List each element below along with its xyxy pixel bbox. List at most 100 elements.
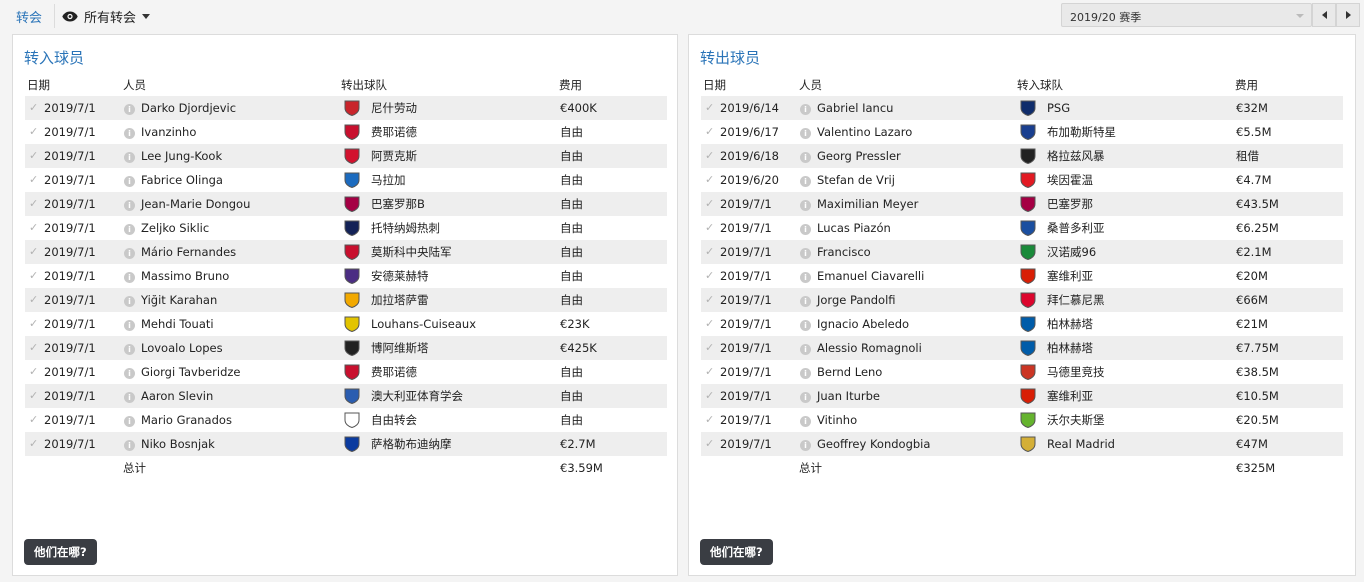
tab-transfers[interactable]: 转会	[16, 7, 42, 26]
club-name[interactable]: 塞维利亚	[1047, 264, 1093, 288]
info-icon[interactable]: i	[124, 96, 135, 120]
player-name[interactable]: Jorge Pandolfi	[817, 288, 896, 312]
player-name[interactable]: Zeljko Siklic	[141, 216, 209, 240]
column-fee[interactable]: 费用	[559, 77, 582, 93]
info-icon[interactable]: i	[124, 120, 135, 144]
table-row[interactable]: ✓ 2019/7/1 i Vitinho 沃尔夫斯堡 €20.5M	[701, 408, 1343, 432]
table-row[interactable]: ✓ 2019/7/1 i Fabrice Olinga 马拉加 自由	[25, 168, 667, 192]
where-are-they-button[interactable]: 他们在哪?	[700, 539, 773, 565]
table-row[interactable]: ✓ 2019/7/1 i Niko Bosnjak 萨格勒布迪纳摩 €2.7M	[25, 432, 667, 456]
player-name[interactable]: Mário Fernandes	[141, 240, 236, 264]
column-club[interactable]: 转出球队	[341, 77, 387, 93]
table-row[interactable]: ✓ 2019/7/1 i Lee Jung-Kook 阿贾克斯 自由	[25, 144, 667, 168]
info-icon[interactable]: i	[124, 240, 135, 264]
info-icon[interactable]: i	[800, 264, 811, 288]
table-row[interactable]: ✓ 2019/7/1 i Alessio Romagnoli 柏林赫塔 €7.75M	[701, 336, 1343, 360]
table-row[interactable]: ✓ 2019/7/1 i Mário Fernandes 莫斯科中央陆军 自由	[25, 240, 667, 264]
table-row[interactable]: ✓ 2019/7/1 i Aaron Slevin 澳大利亚体育学会 自由	[25, 384, 667, 408]
club-name[interactable]: 自由转会	[371, 408, 417, 432]
player-name[interactable]: Georg Pressler	[817, 144, 901, 168]
column-date[interactable]: 日期	[27, 77, 50, 93]
club-name[interactable]: 格拉兹风暴	[1047, 144, 1105, 168]
club-name[interactable]: 费耶诺德	[371, 120, 417, 144]
player-name[interactable]: Alessio Romagnoli	[817, 336, 922, 360]
player-name[interactable]: Lovoalo Lopes	[141, 336, 223, 360]
player-name[interactable]: Aaron Slevin	[141, 384, 213, 408]
column-fee[interactable]: 费用	[1235, 77, 1258, 93]
info-icon[interactable]: i	[800, 408, 811, 432]
table-row[interactable]: ✓ 2019/7/1 i Giorgi Tavberidze 费耶诺德 自由	[25, 360, 667, 384]
player-name[interactable]: Mehdi Touati	[141, 312, 214, 336]
table-row[interactable]: ✓ 2019/7/1 i Emanuel Ciavarelli 塞维利亚 €20M	[701, 264, 1343, 288]
club-name[interactable]: 汉诺威96	[1047, 240, 1096, 264]
table-row[interactable]: ✓ 2019/7/1 i Jean-Marie Dongou 巴塞罗那B 自由	[25, 192, 667, 216]
player-name[interactable]: Ivanzinho	[141, 120, 196, 144]
player-name[interactable]: Mario Granados	[141, 408, 232, 432]
club-name[interactable]: 马拉加	[371, 168, 406, 192]
season-select[interactable]: 2019/20 赛季	[1061, 3, 1312, 27]
player-name[interactable]: Bernd Leno	[817, 360, 882, 384]
table-row[interactable]: ✓ 2019/6/14 i Gabriel Iancu PSG €32M	[701, 96, 1343, 120]
player-name[interactable]: Valentino Lazaro	[817, 120, 912, 144]
club-name[interactable]: 马德里竞技	[1047, 360, 1105, 384]
where-are-they-button[interactable]: 他们在哪?	[24, 539, 97, 565]
info-icon[interactable]: i	[800, 168, 811, 192]
table-row[interactable]: ✓ 2019/7/1 i Ignacio Abeledo 柏林赫塔 €21M	[701, 312, 1343, 336]
info-icon[interactable]: i	[124, 144, 135, 168]
player-name[interactable]: Emanuel Ciavarelli	[817, 264, 924, 288]
info-icon[interactable]: i	[124, 408, 135, 432]
info-icon[interactable]: i	[124, 216, 135, 240]
table-row[interactable]: ✓ 2019/7/1 i Mario Granados 自由转会 自由	[25, 408, 667, 432]
info-icon[interactable]: i	[124, 264, 135, 288]
club-name[interactable]: 柏林赫塔	[1047, 336, 1093, 360]
info-icon[interactable]: i	[124, 336, 135, 360]
club-name[interactable]: 尼什劳动	[371, 96, 417, 120]
table-row[interactable]: ✓ 2019/6/17 i Valentino Lazaro 布加勒斯特星 €5.5M	[701, 120, 1343, 144]
club-name[interactable]: 拜仁慕尼黑	[1047, 288, 1105, 312]
prev-season-button[interactable]	[1312, 3, 1336, 27]
table-row[interactable]: ✓ 2019/7/1 i Francisco 汉诺威96 €2.1M	[701, 240, 1343, 264]
player-name[interactable]: Francisco	[817, 240, 871, 264]
club-name[interactable]: 塞维利亚	[1047, 384, 1093, 408]
player-name[interactable]: Lee Jung-Kook	[141, 144, 222, 168]
table-row[interactable]: ✓ 2019/7/1 i Darko Djordjevic 尼什劳动 €400K	[25, 96, 667, 120]
club-name[interactable]: 布加勒斯特星	[1047, 120, 1116, 144]
player-name[interactable]: Massimo Bruno	[141, 264, 229, 288]
info-icon[interactable]: i	[800, 216, 811, 240]
player-name[interactable]: Gabriel Iancu	[817, 96, 893, 120]
club-name[interactable]: 柏林赫塔	[1047, 312, 1093, 336]
table-row[interactable]: ✓ 2019/6/18 i Georg Pressler 格拉兹风暴 租借	[701, 144, 1343, 168]
info-icon[interactable]: i	[124, 360, 135, 384]
info-icon[interactable]: i	[124, 312, 135, 336]
table-row[interactable]: ✓ 2019/7/1 i Ivanzinho 费耶诺德 自由	[25, 120, 667, 144]
club-name[interactable]: 费耶诺德	[371, 360, 417, 384]
table-row[interactable]: ✓ 2019/7/1 i Mehdi Touati Louhans-Cuiseaux €2…	[25, 312, 667, 336]
table-row[interactable]: ✓ 2019/7/1 i Lovoalo Lopes 博阿维斯塔 €425K	[25, 336, 667, 360]
club-name[interactable]: 安德莱赫特	[371, 264, 429, 288]
info-icon[interactable]: i	[800, 360, 811, 384]
player-name[interactable]: Fabrice Olinga	[141, 168, 223, 192]
player-name[interactable]: Geoffrey Kondogbia	[817, 432, 930, 456]
info-icon[interactable]: i	[800, 432, 811, 456]
info-icon[interactable]: i	[124, 288, 135, 312]
player-name[interactable]: Lucas Piazón	[817, 216, 891, 240]
club-name[interactable]: 埃因霍温	[1047, 168, 1093, 192]
info-icon[interactable]: i	[124, 432, 135, 456]
transfer-filter-dropdown[interactable]: 所有转会	[62, 7, 151, 26]
table-row[interactable]: ✓ 2019/7/1 i Geoffrey Kondogbia Real Madrid €…	[701, 432, 1343, 456]
club-name[interactable]: 莫斯科中央陆军	[371, 240, 452, 264]
club-name[interactable]: 巴塞罗那B	[371, 192, 425, 216]
club-name[interactable]: 巴塞罗那	[1047, 192, 1093, 216]
info-icon[interactable]: i	[800, 336, 811, 360]
player-name[interactable]: Vitinho	[817, 408, 857, 432]
club-name[interactable]: 托特纳姆热刺	[371, 216, 440, 240]
player-name[interactable]: Maximilian Meyer	[817, 192, 918, 216]
table-row[interactable]: ✓ 2019/7/1 i Juan Iturbe 塞维利亚 €10.5M	[701, 384, 1343, 408]
column-club[interactable]: 转入球队	[1017, 77, 1063, 93]
next-season-button[interactable]	[1336, 3, 1360, 27]
info-icon[interactable]: i	[800, 312, 811, 336]
info-icon[interactable]: i	[124, 192, 135, 216]
player-name[interactable]: Juan Iturbe	[817, 384, 880, 408]
club-name[interactable]: 博阿维斯塔	[371, 336, 429, 360]
info-icon[interactable]: i	[800, 120, 811, 144]
